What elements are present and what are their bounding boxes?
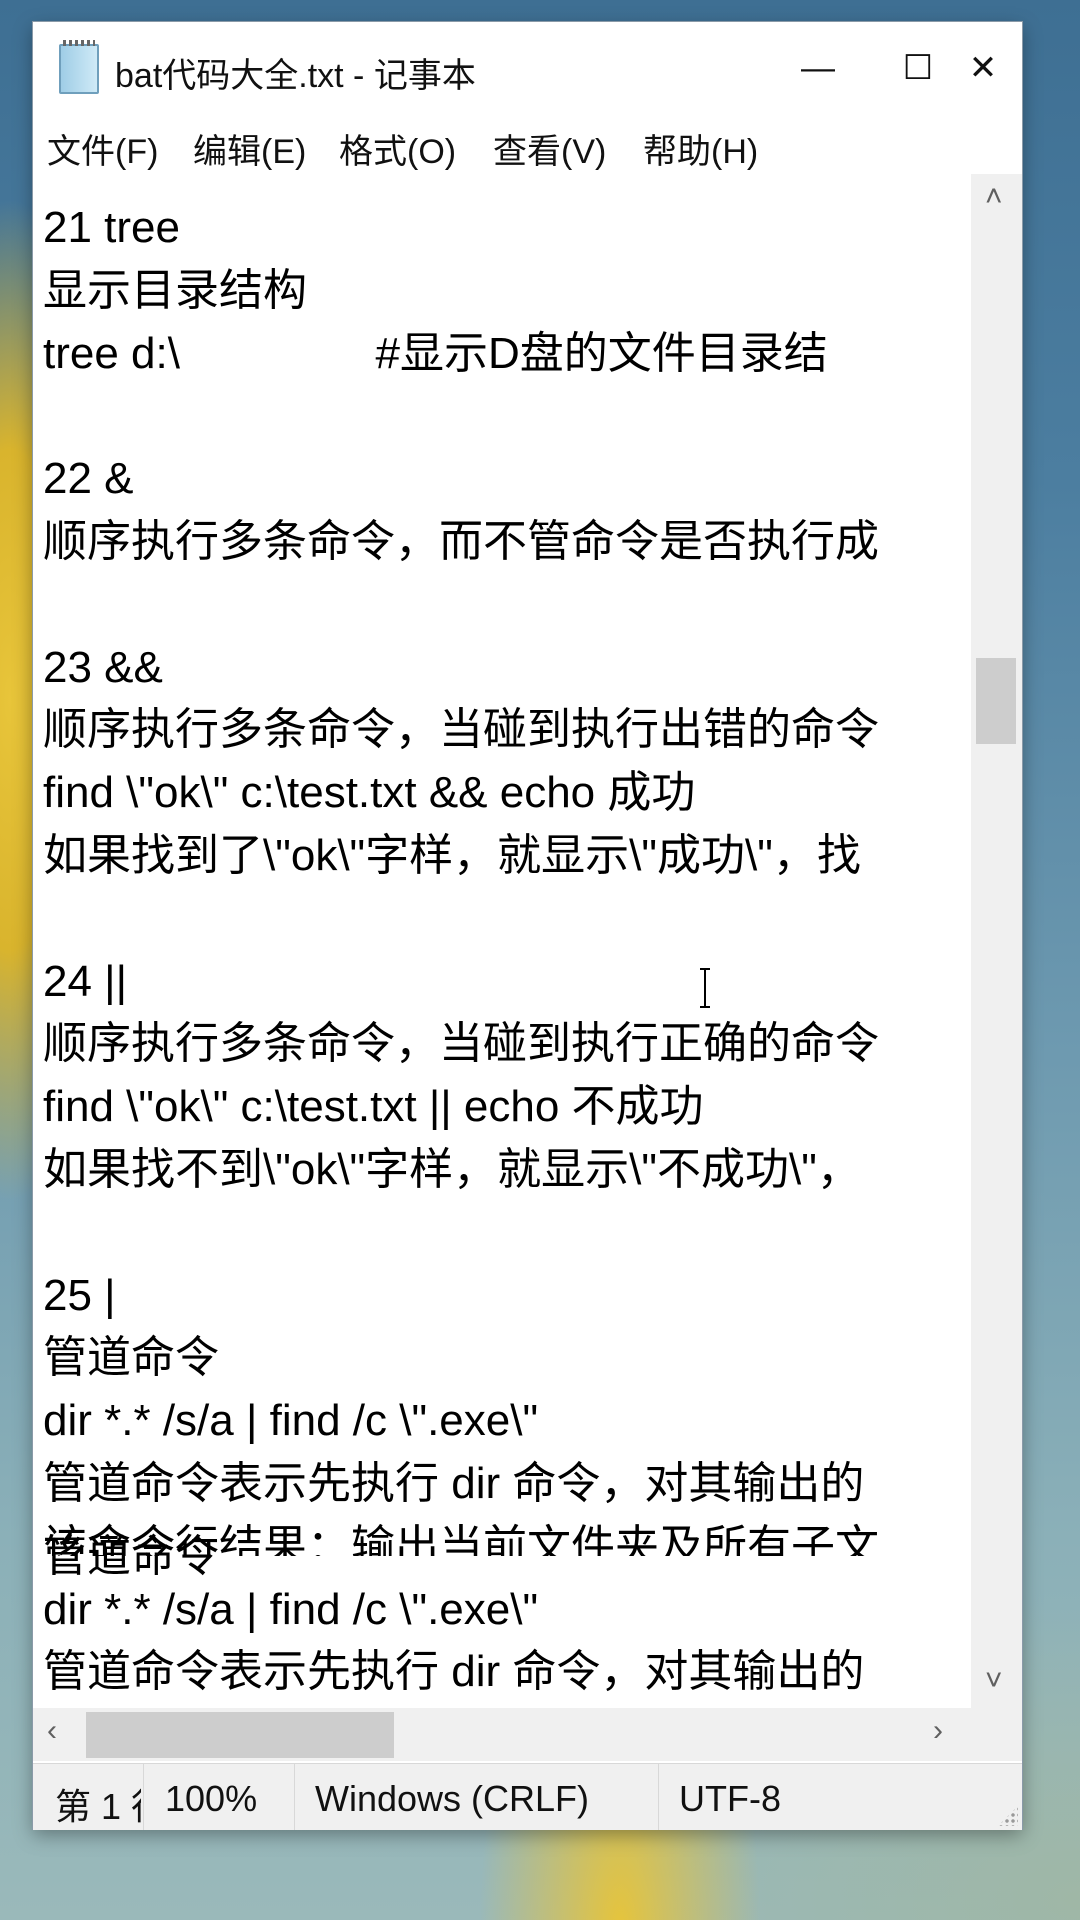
text-line: 25 |: [43, 1270, 116, 1320]
status-bar: 第 1 行，第 1 列 100% Windows (CRLF) UTF-8: [33, 1763, 1022, 1830]
text-line: [43, 574, 971, 636]
vertical-scrollbar[interactable]: ˄ ˅: [971, 174, 1022, 1708]
scroll-down-arrow-icon[interactable]: ˅: [985, 1664, 1003, 1698]
menu-view[interactable]: 查看(V): [493, 124, 606, 173]
window-title: bat代码大全.txt - 记事本: [115, 57, 476, 95]
text-line: 如果找不到\"ok\"字样，就显示\"不成功\"，: [43, 1145, 861, 1194]
text-line: 管道命令: [43, 1333, 219, 1383]
status-divider: [658, 1764, 659, 1830]
text-line: tree d:\ #显示D盘的文件目录结: [43, 328, 828, 378]
status-zoom: 100%: [165, 1778, 258, 1819]
maximize-button[interactable]: ☐: [888, 40, 948, 96]
text-line: [43, 1202, 971, 1264]
minimize-button[interactable]: —: [788, 40, 848, 96]
vertical-scroll-thumb[interactable]: [976, 658, 1016, 744]
status-encoding: UTF-8: [679, 1778, 781, 1819]
text-line: 21 tree: [43, 203, 180, 252]
scroll-right-arrow-icon[interactable]: ›: [933, 1714, 943, 1748]
resize-grip-icon[interactable]: [998, 1806, 1018, 1826]
text-line: 22 &: [43, 454, 134, 504]
menu-format[interactable]: 格式(O): [339, 124, 456, 173]
text-line: 管道命令表示先执行 dir 命令，对其输出的: [43, 1459, 865, 1508]
menu-help[interactable]: 帮助(H): [643, 124, 758, 173]
text-line: 显示目录结构: [43, 265, 307, 315]
notepad-window: bat代码大全.txt - 记事本 — ☐ ✕ 文件(F) 编辑(E) 格式(O…: [33, 22, 1022, 1830]
text-line: 23 &&: [43, 642, 163, 692]
status-divider: [143, 1764, 144, 1830]
status-divider: [294, 1764, 295, 1830]
text-line: 如果找到了\"ok\"字样，就显示\"成功\"，找: [43, 831, 861, 880]
status-position: 第 1 行，第 1 列: [55, 1786, 141, 1827]
text-line: 管道命令表示先执行 dir 命令，对其输出的: [43, 1647, 865, 1697]
text-line: find \"ok\" c:\test.txt && echo 成功: [43, 768, 696, 818]
text-line: 顺序执行多条命令，当碰到执行出错的命令: [43, 705, 879, 755]
horizontal-scrollbar[interactable]: ‹ ›: [33, 1708, 1022, 1761]
text-line: 顺序执行多条命令，当碰到执行正确的命令: [43, 1019, 879, 1069]
horizontal-scroll-thumb[interactable]: [86, 1712, 394, 1758]
text-line: find \"ok\" c:\test.txt || echo 不成功: [43, 1082, 704, 1132]
scroll-left-arrow-icon[interactable]: ‹: [47, 1714, 57, 1748]
text-line: 顺序执行多条命令，而不管命令是否执行成: [43, 517, 879, 566]
text-line: dir *.* /s/a | find /c \".exe\": [43, 1584, 539, 1634]
text-line: dir *.* /s/a | find /c \".exe\": [43, 1396, 539, 1446]
status-line-ending: Windows (CRLF): [315, 1778, 590, 1819]
menu-edit[interactable]: 编辑(E): [193, 124, 306, 173]
text-editor[interactable]: 21 tree 显示目录结构 tree d:\ #显示D盘的文件目录结 22 & 顺序执…: [33, 174, 971, 1708]
text-line: [43, 385, 971, 447]
title-bar[interactable]: bat代码大全.txt - 记事本 — ☐ ✕: [33, 22, 1022, 114]
menu-file[interactable]: 文件(F): [47, 124, 158, 173]
close-button[interactable]: ✕: [953, 40, 1013, 96]
text-line: 24 ||: [43, 956, 128, 1006]
text-line: [43, 888, 971, 950]
text-cursor-icon: [700, 968, 710, 1008]
scroll-up-arrow-icon[interactable]: ˄: [985, 180, 1003, 214]
menu-bar: 文件(F) 编辑(E) 格式(O) 查看(V) 帮助(H): [33, 114, 1022, 174]
notepad-icon: [59, 40, 99, 94]
